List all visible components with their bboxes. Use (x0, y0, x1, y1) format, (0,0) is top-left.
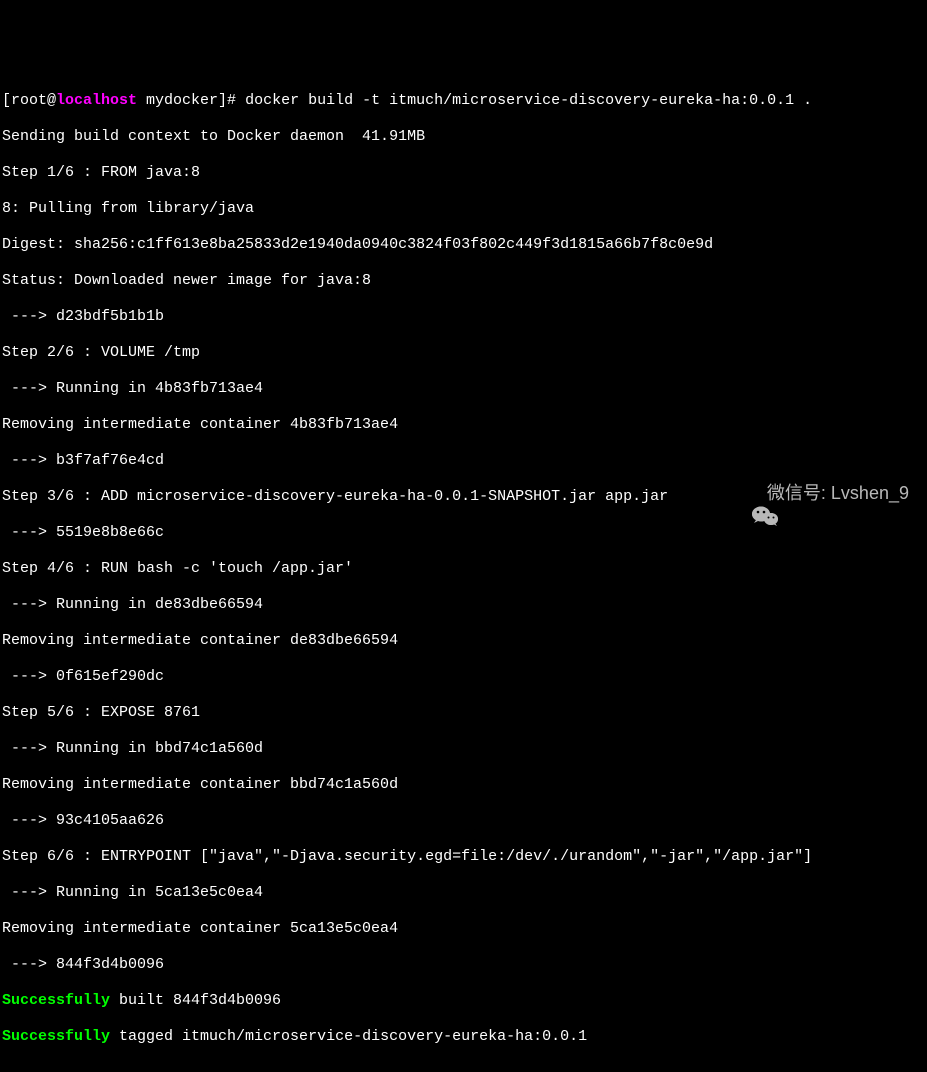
hostname: localhost (56, 92, 137, 109)
output-line: 8: Pulling from library/java (2, 200, 925, 218)
output-line-success: Successfully tagged itmuch/microservice-… (2, 1028, 925, 1046)
prompt-prefix: [root@ (2, 92, 56, 109)
output-line: ---> Running in 5ca13e5c0ea4 (2, 884, 925, 902)
output-line: Step 4/6 : RUN bash -c 'touch /app.jar' (2, 560, 925, 578)
wechat-icon (731, 482, 759, 506)
output-line: ---> 93c4105aa626 (2, 812, 925, 830)
output-line-success: Successfully built 844f3d4b0096 (2, 992, 925, 1010)
output-line: Step 1/6 : FROM java:8 (2, 164, 925, 182)
output-line: ---> b3f7af76e4cd (2, 452, 925, 470)
terminal-output[interactable]: [root@localhost mydocker]# docker build … (2, 74, 925, 1064)
output-line: Step 5/6 : EXPOSE 8761 (2, 704, 925, 722)
output-line: Step 2/6 : VOLUME /tmp (2, 344, 925, 362)
output-line: Removing intermediate container 4b83fb71… (2, 416, 925, 434)
success-label: Successfully (2, 1028, 110, 1045)
output-line: ---> Running in bbd74c1a560d (2, 740, 925, 758)
prompt-line: [root@localhost mydocker]# docker build … (2, 92, 925, 110)
watermark: 微信号: Lvshen_9 (731, 482, 909, 506)
output-line: ---> 5519e8b8e66c (2, 524, 925, 542)
success-text: tagged itmuch/microservice-discovery-eur… (110, 1028, 587, 1045)
output-line: Digest: sha256:c1ff613e8ba25833d2e1940da… (2, 236, 925, 254)
command-text: docker build -t itmuch/microservice-disc… (245, 92, 812, 109)
prompt-path: mydocker]# (137, 92, 245, 109)
output-line: ---> 844f3d4b0096 (2, 956, 925, 974)
output-line: Step 6/6 : ENTRYPOINT ["java","-Djava.se… (2, 848, 925, 866)
success-text: built 844f3d4b0096 (110, 992, 281, 1009)
watermark-text: 微信号: Lvshen_9 (767, 483, 909, 505)
output-line: ---> d23bdf5b1b1b (2, 308, 925, 326)
output-line: Status: Downloaded newer image for java:… (2, 272, 925, 290)
output-line: Removing intermediate container de83dbe6… (2, 632, 925, 650)
success-label: Successfully (2, 992, 110, 1009)
output-line: ---> 0f615ef290dc (2, 668, 925, 686)
output-line: ---> Running in 4b83fb713ae4 (2, 380, 925, 398)
output-line: Removing intermediate container 5ca13e5c… (2, 920, 925, 938)
output-line: ---> Running in de83dbe66594 (2, 596, 925, 614)
output-line: Removing intermediate container bbd74c1a… (2, 776, 925, 794)
output-line: Sending build context to Docker daemon 4… (2, 128, 925, 146)
